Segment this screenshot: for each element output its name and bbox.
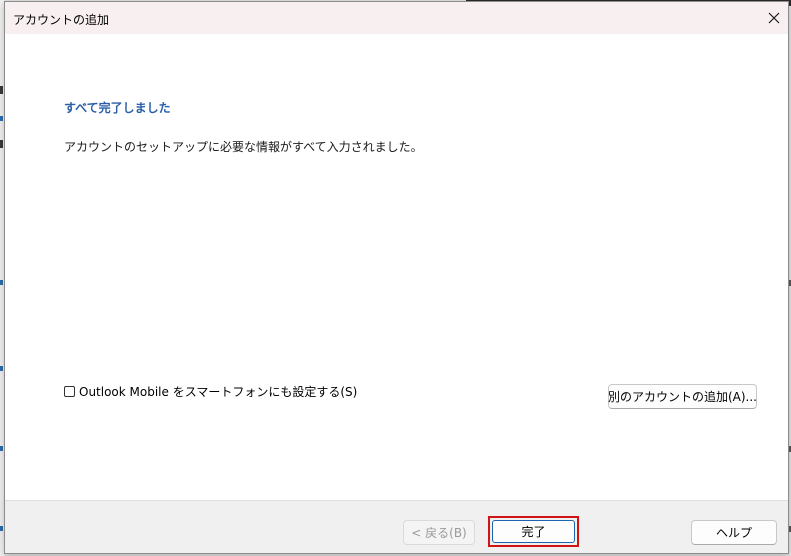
background-fragment xyxy=(0,280,3,285)
background-fragment xyxy=(0,366,3,371)
finish-button[interactable]: 完了 xyxy=(492,520,575,543)
footer-divider xyxy=(5,500,788,501)
window-title: アカウントの追加 xyxy=(13,13,110,27)
close-button[interactable] xyxy=(759,2,788,34)
background-fragment xyxy=(0,116,3,121)
back-button[interactable]: < 戻る(B) xyxy=(403,520,475,545)
title-bar[interactable]: アカウントの追加 xyxy=(5,2,788,34)
background-fragment xyxy=(0,140,3,148)
content-panel: すべて完了しました アカウントのセットアップに必要な情報がすべて入力されました。… xyxy=(5,34,788,500)
outlook-mobile-checkbox[interactable] xyxy=(64,385,75,397)
completion-message: アカウントのセットアップに必要な情報がすべて入力されました。 xyxy=(64,140,423,154)
background-fragment xyxy=(0,446,3,451)
close-icon xyxy=(768,12,779,24)
background-fragment xyxy=(0,86,3,94)
outlook-mobile-checkbox-label[interactable]: Outlook Mobile をスマートフォンにも設定する(S) xyxy=(79,383,357,400)
background-fragment xyxy=(0,526,3,531)
add-another-account-button[interactable]: 別のアカウントの追加(A)... xyxy=(608,384,757,409)
completion-heading: すべて完了しました xyxy=(64,101,171,115)
add-account-dialog: アカウントの追加 すべて完了しました アカウントのセットアップに必要な情報がすべ… xyxy=(4,1,789,554)
help-button[interactable]: ヘルプ xyxy=(691,520,777,545)
outlook-mobile-option[interactable]: Outlook Mobile をスマートフォンにも設定する(S) xyxy=(64,383,357,399)
